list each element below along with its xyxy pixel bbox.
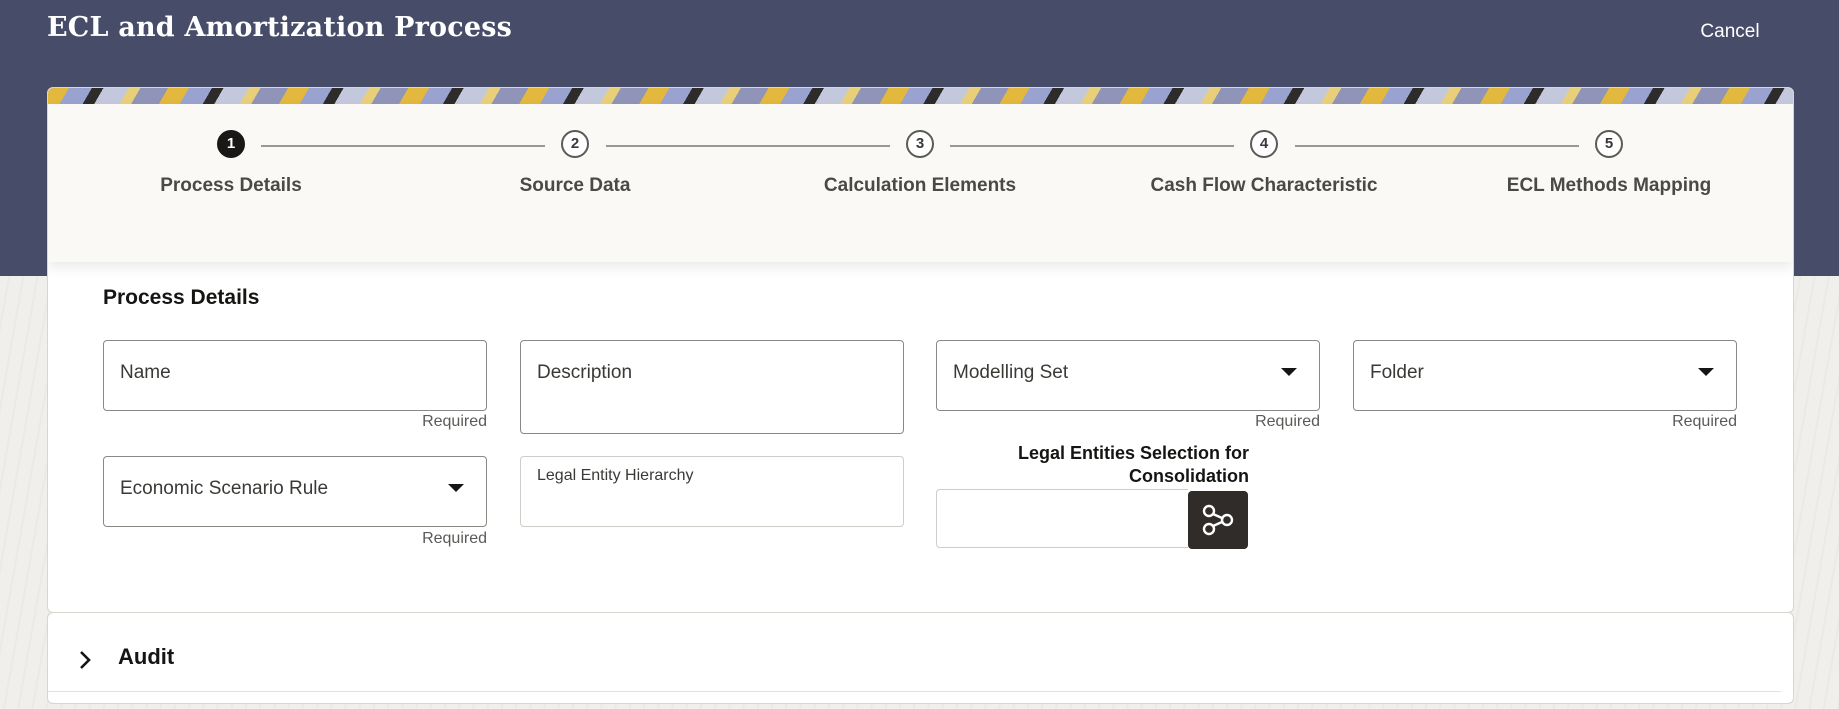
legal-entity-hierarchy-field: Legal Entity Hierarchy [520, 456, 904, 527]
hierarchy-icon [1202, 504, 1234, 536]
step-number: 3 [906, 130, 934, 158]
modelling-set-label: Modelling Set [953, 362, 1069, 383]
description-label: Description [537, 362, 633, 383]
step-label: Cash Flow Characteristic [1150, 175, 1378, 196]
step-number: 1 [217, 130, 245, 158]
modelling-set-required-hint: Required [1255, 413, 1320, 430]
name-required-hint: Required [422, 413, 487, 430]
page-title: ECL and Amortization Process [47, 12, 513, 43]
chevron-right-icon[interactable] [78, 650, 92, 676]
decorative-banner [48, 88, 1793, 104]
step-number: 4 [1250, 130, 1278, 158]
hierarchy-browser-button[interactable] [1188, 491, 1248, 549]
consolidation-label: Legal Entities Selection for Consolidati… [1017, 443, 1249, 486]
legal-entity-hierarchy-label: Legal Entity Hierarchy [537, 467, 694, 484]
cancel-button[interactable]: Cancel [1690, 19, 1770, 45]
step-label: ECL Methods Mapping [1506, 175, 1712, 196]
folder-label: Folder [1370, 362, 1424, 383]
section-title: Process Details [103, 286, 260, 309]
train-step-process-details[interactable]: 1 Process Details [81, 130, 381, 197]
economic-scenario-rule-select[interactable]: Economic Scenario Rule [103, 456, 487, 527]
train-step-calculation-elements[interactable]: 3 Calculation Elements [770, 130, 1070, 197]
economic-scenario-required-hint: Required [422, 530, 487, 547]
audit-section: Audit [47, 612, 1794, 704]
folder-required-hint: Required [1672, 413, 1737, 430]
step-label: Calculation Elements [823, 175, 1017, 196]
divider [48, 691, 1781, 692]
chevron-down-icon [1281, 368, 1297, 376]
step-number: 5 [1595, 130, 1623, 158]
chevron-down-icon [448, 484, 464, 492]
description-field[interactable]: Description [520, 340, 904, 434]
audit-toggle[interactable]: Audit [118, 644, 174, 670]
train-step-ecl-methods-mapping[interactable]: 5 ECL Methods Mapping [1459, 130, 1759, 197]
economic-scenario-label: Economic Scenario Rule [120, 478, 329, 499]
train-step-source-data[interactable]: 2 Source Data [425, 130, 725, 197]
folder-select[interactable]: Folder [1353, 340, 1737, 411]
name-field[interactable]: Name [103, 340, 487, 411]
consolidation-input[interactable] [936, 489, 1188, 548]
name-label: Name [120, 362, 171, 383]
step-number: 2 [561, 130, 589, 158]
modelling-set-select[interactable]: Modelling Set [936, 340, 1320, 411]
chevron-down-icon [1698, 368, 1714, 376]
step-label: Source Data [519, 175, 631, 196]
train-step-cash-flow-characteristic[interactable]: 4 Cash Flow Characteristic [1114, 130, 1414, 197]
step-label: Process Details [160, 175, 302, 196]
